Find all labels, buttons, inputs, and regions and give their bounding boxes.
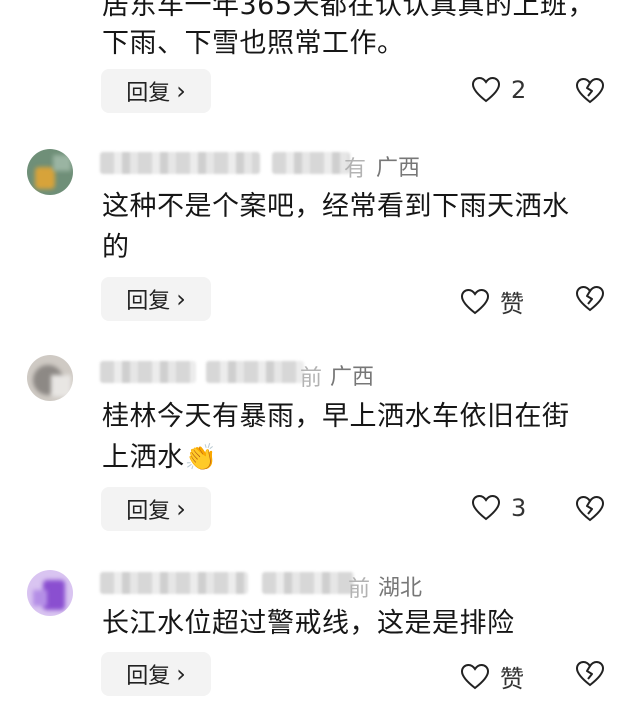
broken-heart-icon <box>575 660 605 687</box>
reply-label: 回复 <box>126 664 171 689</box>
like-label: 赞 <box>500 290 524 318</box>
username-blurred <box>206 361 304 383</box>
username-tail: 前 <box>300 366 323 391</box>
broken-heart-icon <box>575 285 605 312</box>
comment-text-line: 下雨、下雪也照常工作。 <box>102 28 405 59</box>
region-label: 广西 <box>330 365 375 390</box>
like-label: 赞 <box>500 665 524 693</box>
comment-text-line: 长江水位超过警戒线，这是是排险 <box>102 608 515 639</box>
heart-icon <box>471 76 501 103</box>
username-blurred <box>262 572 354 594</box>
username-tail: 前 <box>348 577 371 602</box>
reply-label: 回复 <box>126 289 171 314</box>
username-blurred[interactable] <box>100 361 196 383</box>
chevron-right-icon: › <box>176 495 186 523</box>
dislike-button[interactable] <box>575 495 605 527</box>
chevron-right-icon: › <box>176 285 186 313</box>
username-blurred[interactable] <box>100 152 260 174</box>
dislike-button[interactable] <box>575 660 605 692</box>
reply-button[interactable]: 回复 › <box>101 277 211 321</box>
reply-button[interactable]: 回复 › <box>101 487 211 531</box>
region-label: 湖北 <box>378 576 423 601</box>
reply-button[interactable]: 回复 › <box>101 69 211 113</box>
dislike-button[interactable] <box>575 77 605 109</box>
username-tail: 有 <box>344 157 367 182</box>
avatar[interactable] <box>27 149 73 195</box>
like-button[interactable]: 3 <box>471 494 526 522</box>
dislike-button[interactable] <box>575 285 605 317</box>
like-button[interactable]: 2 <box>471 76 526 104</box>
clapping-hands-emoji: 👏 <box>184 443 218 473</box>
username-blurred <box>272 152 350 174</box>
chevron-right-icon: › <box>176 660 186 688</box>
heart-icon <box>460 663 490 689</box>
username-blurred[interactable] <box>100 572 248 594</box>
comment-text-line: 桂林今天有暴雨，早上洒水车依旧在街 <box>102 401 570 432</box>
like-button[interactable]: 赞 <box>460 659 524 694</box>
heart-icon <box>460 288 490 314</box>
chevron-right-icon: › <box>176 77 186 105</box>
like-button[interactable]: 赞 <box>460 284 524 319</box>
reply-label: 回复 <box>126 81 171 106</box>
broken-heart-icon <box>575 495 605 522</box>
avatar[interactable] <box>27 355 73 401</box>
reply-label: 回复 <box>126 499 171 524</box>
comment-text-line: 这种不是个案吧，经常看到下雨天洒水 <box>102 191 570 222</box>
avatar[interactable] <box>27 570 73 616</box>
region-label: 广西 <box>376 156 421 181</box>
heart-icon <box>471 494 501 521</box>
like-count: 3 <box>511 494 527 522</box>
like-count: 2 <box>511 76 527 104</box>
comment-text-line: 上洒水👏 <box>102 442 218 473</box>
comment-text-line: 的 <box>102 232 130 263</box>
broken-heart-icon <box>575 77 605 104</box>
reply-button[interactable]: 回复 › <box>101 652 211 696</box>
